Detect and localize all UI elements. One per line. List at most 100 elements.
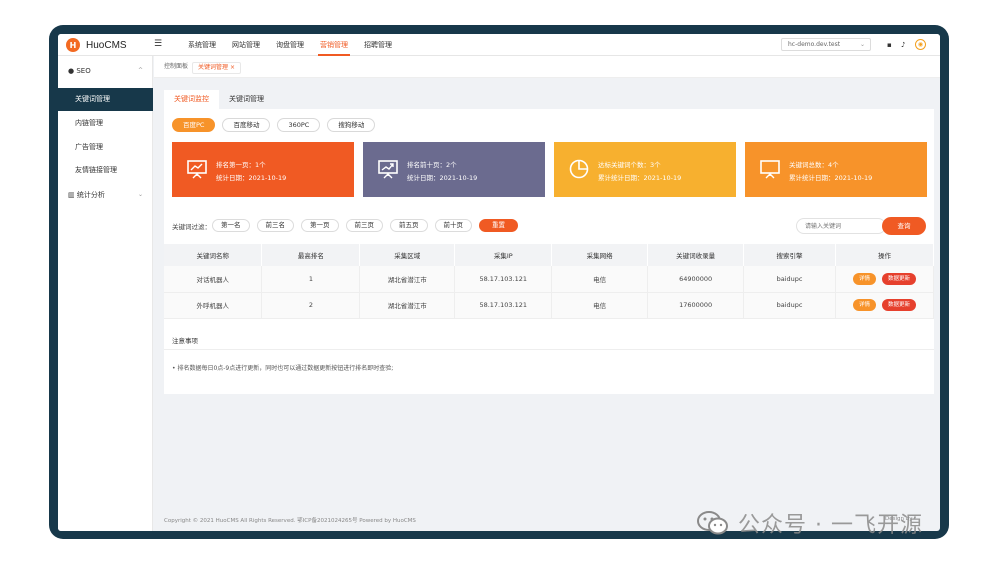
stat-card-first-page: 排名第一页：1个 统计日期：2021-10-19 (172, 142, 354, 197)
sidebar: ● SEO ^ 关键词管理 内链管理 广告管理 友情链接管理 ▥ 统计分析 ⌄ (58, 56, 153, 531)
update-data-button[interactable]: 数据更新 (882, 299, 917, 311)
engine-sogou-mobile[interactable]: 搜狗移动 (327, 118, 376, 132)
cell-ip: 58.17.103.121 (454, 266, 553, 293)
presentation-board-icon (760, 160, 780, 179)
cell-actions: 详情 数据更新 (835, 292, 934, 319)
cell-best-rank: 1 (261, 266, 361, 293)
notes-text: • 排名数据每日0点-9点进行更新，同时也可以通过数据更新按钮进行排名即时查验; (172, 365, 394, 372)
message-icon[interactable]: ▪ (887, 40, 892, 50)
col-indexed-count: 关键词收录量 (647, 244, 745, 266)
site-domain-value: hc-demo.dev.test (788, 41, 841, 48)
sidebar-item-keywords[interactable]: 关键词管理 (58, 88, 153, 111)
cell-search-engine: baidupc (743, 266, 837, 293)
keyword-search-input[interactable] (796, 218, 886, 234)
sidebar-group-label: SEO (76, 67, 91, 75)
app-screen: H HuoCMS ☰ 系统管理 网站管理 询盘管理 营销管理 招聘管理 hc-d… (58, 34, 940, 531)
cell-best-rank: 2 (261, 292, 361, 319)
stat-card-date: 统计日期：2021-10-19 (407, 174, 478, 182)
col-keyword: 关键词名称 (164, 244, 263, 266)
breadcrumb-current-tag[interactable]: 关键词管理 × (192, 62, 241, 74)
col-actions: 操作 (835, 244, 934, 266)
chevron-down-icon: ⌄ (137, 191, 143, 198)
filter-top-five-pages[interactable]: 前五页 (390, 219, 428, 232)
main-panel: 百度PC 百度移动 360PC 搜狗移动 排名第一页：1个 统计日期：2021-… (164, 109, 934, 394)
keyword-table: 关键词名称 最高排名 采集区域 采集IP 采集网络 关键词收录量 搜索引擎 操作… (164, 244, 934, 319)
wechat-icon (697, 511, 728, 535)
close-icon[interactable]: × (230, 64, 235, 71)
footer-copyright: Copyright © 2021 HuoCMS All Rights Reser… (164, 518, 416, 524)
sidebar-group-stats[interactable]: ▥ 统计分析 ⌄ (58, 185, 153, 205)
app-name: HuoCMS (86, 39, 127, 51)
sidebar-group-label: 统计分析 (76, 191, 105, 199)
stat-card-date: 累计统计日期：2021-10-19 (789, 174, 873, 182)
stat-card-title: 排名前十页：2个 (407, 161, 457, 169)
stat-card-top-ten: 排名前十页：2个 统计日期：2021-10-19 (363, 142, 545, 197)
cell-network: 电信 (551, 266, 649, 293)
cell-indexed-count: 17600000 (647, 292, 745, 319)
watermark: 公众号 · 一飞开源 (696, 506, 923, 540)
notes-divider (164, 349, 934, 350)
stat-card-date: 统计日期：2021-10-19 (216, 174, 287, 182)
nav-item-recruit[interactable]: 招聘管理 (356, 34, 400, 56)
app-logo[interactable]: H HuoCMS (66, 38, 127, 52)
cell-keyword: 对话机器人 (164, 266, 263, 293)
keyword-filter-chips: 第一名 前三名 第一页 前三页 前五页 前十页 重置 (212, 219, 525, 232)
engine-switch: 百度PC 百度移动 360PC 搜狗移动 (172, 118, 382, 132)
cell-search-engine: baidupc (743, 292, 837, 319)
cell-network: 电信 (551, 292, 649, 319)
logo-icon: H (66, 38, 80, 52)
engine-baidu-pc[interactable]: 百度PC (172, 118, 216, 132)
table-row: 外呼机器人 2 湖北省潜江市 58.17.103.121 电信 17600000… (164, 292, 934, 319)
engine-baidu-mobile[interactable]: 百度移动 (222, 118, 271, 132)
col-search-engine: 搜索引擎 (743, 244, 837, 266)
cell-indexed-count: 64900000 (647, 266, 745, 293)
detail-button[interactable]: 详情 (852, 272, 876, 285)
site-domain-select[interactable]: hc-demo.dev.test ⌄ (781, 38, 871, 51)
chevron-up-icon: ^ (137, 67, 143, 74)
tab-keyword-monitor[interactable]: 关键词监控 (164, 90, 219, 109)
nav-item-system[interactable]: 系统管理 (180, 34, 224, 56)
chevron-down-icon: ⌄ (859, 41, 865, 48)
filter-top-ten-pages[interactable]: 前十页 (434, 219, 472, 232)
bell-icon[interactable]: ♪ (901, 40, 905, 50)
col-region: 采集区域 (359, 244, 456, 266)
reset-button[interactable]: 重置 (479, 219, 518, 232)
cell-region: 湖北省潜江市 (359, 292, 456, 319)
trend-chart-icon (378, 160, 398, 179)
nav-item-marketing[interactable]: 营销管理 (312, 34, 356, 56)
user-avatar-icon[interactable]: ◉ (915, 39, 926, 50)
tab-keyword-manage[interactable]: 关键词管理 (219, 90, 274, 109)
cell-keyword: 外呼机器人 (164, 292, 263, 319)
update-data-button[interactable]: 数据更新 (882, 272, 917, 285)
breadcrumb-current: 关键词管理 (198, 64, 229, 71)
table-header-row: 关键词名称 最高排名 采集区域 采集IP 采集网络 关键词收录量 搜索引擎 操作 (164, 244, 934, 266)
detail-button[interactable]: 详情 (852, 299, 876, 311)
col-ip: 采集IP (454, 244, 553, 266)
filter-first-page[interactable]: 第一页 (301, 219, 339, 232)
cell-region: 湖北省潜江市 (359, 266, 456, 293)
cell-ip: 58.17.103.121 (454, 292, 553, 319)
stat-card-total: 关键词总数：4个 累计统计日期：2021-10-19 (745, 142, 927, 197)
sidebar-group-seo[interactable]: ● SEO ^ (58, 61, 153, 81)
sidebar-item-ads[interactable]: 广告管理 (58, 136, 153, 159)
stat-card-title: 排名第一页：1个 (216, 161, 266, 169)
stat-card-date: 累计统计日期：2021-10-19 (598, 174, 682, 182)
engine-360-pc[interactable]: 360PC (277, 118, 321, 132)
filter-first[interactable]: 第一名 (212, 219, 250, 232)
nav-item-inquiry[interactable]: 询盘管理 (268, 34, 312, 56)
breadcrumb-home[interactable]: 控制面板 (164, 62, 188, 72)
notes-title: 注意事项 (172, 337, 198, 345)
top-navbar: H HuoCMS ☰ 系统管理 网站管理 询盘管理 营销管理 招聘管理 hc-d… (58, 34, 940, 56)
sidebar-item-friend-links[interactable]: 友情链接管理 (58, 159, 153, 182)
menu-fold-icon[interactable]: ☰ (154, 39, 164, 50)
filter-top-three-pages[interactable]: 前三页 (345, 219, 383, 232)
seo-group-icon: ● (68, 67, 75, 75)
stat-card-qualified: 达标关键词个数：3个 累计统计日期：2021-10-19 (554, 142, 736, 197)
main-menu: 系统管理 网站管理 询盘管理 营销管理 招聘管理 (180, 34, 400, 56)
filter-top-three[interactable]: 前三名 (256, 219, 294, 232)
stat-card-title: 关键词总数：4个 (789, 161, 839, 169)
search-button[interactable]: 查询 (882, 217, 926, 235)
nav-item-site[interactable]: 网站管理 (224, 34, 268, 56)
sidebar-item-internal-links[interactable]: 内链管理 (58, 112, 153, 135)
col-network: 采集网络 (551, 244, 649, 266)
